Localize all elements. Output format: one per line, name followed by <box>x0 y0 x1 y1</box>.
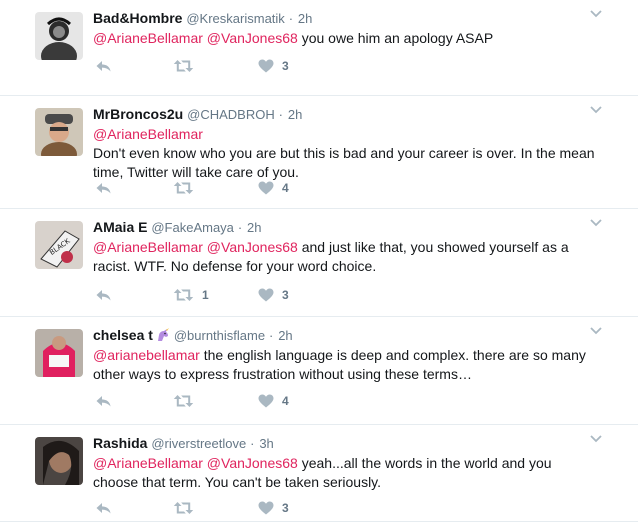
tweet[interactable]: MrBroncos2u @CHADBROH · 2h @ArianeBellama… <box>0 96 638 209</box>
separator: · <box>268 328 274 343</box>
reply-button[interactable] <box>95 59 120 73</box>
separator: · <box>237 220 243 235</box>
like-button[interactable]: 3 <box>258 59 289 73</box>
chevron-down-icon[interactable] <box>590 435 602 443</box>
username[interactable]: @burnthisflame <box>174 328 265 343</box>
username[interactable]: @CHADBROH <box>187 107 275 122</box>
avatar[interactable]: BLACK <box>35 221 83 269</box>
timestamp[interactable]: 3h <box>259 436 273 451</box>
tweet[interactable]: chelsea t @burnthisflame · 2h @arianebell… <box>0 317 638 425</box>
like-count: 4 <box>282 394 289 408</box>
separator: · <box>288 11 294 26</box>
tweet-text: @ArianeBellamar @VanJones68 yeah...all t… <box>93 454 598 492</box>
reply-icon <box>96 61 111 72</box>
retweet-icon <box>173 60 194 72</box>
like-count: 3 <box>282 501 289 515</box>
tweet-text-segment: Don't even know who you are but this is … <box>93 145 595 180</box>
like-button[interactable]: 3 <box>258 288 289 302</box>
display-name[interactable]: AMaia E <box>93 219 147 235</box>
mention-link[interactable]: @ArianeBellamar <box>93 126 203 142</box>
mention-link[interactable]: @arianebellamar <box>93 347 200 363</box>
chevron-down-icon[interactable] <box>590 106 602 114</box>
reply-button[interactable] <box>95 394 120 408</box>
like-button[interactable]: 3 <box>258 501 289 515</box>
retweet-button[interactable] <box>173 394 202 408</box>
unicorn-emoji <box>157 328 169 341</box>
timestamp[interactable]: 2h <box>278 328 292 343</box>
reply-button[interactable] <box>95 501 120 515</box>
display-name[interactable]: MrBroncos2u <box>93 106 183 122</box>
like-button[interactable]: 4 <box>258 181 289 195</box>
reply-icon <box>96 183 111 194</box>
avatar[interactable] <box>35 437 83 485</box>
like-count: 3 <box>282 59 289 73</box>
retweet-icon <box>173 395 194 407</box>
tweet-text: @arianebellamar the english language is … <box>93 346 598 384</box>
display-name[interactable]: chelsea t <box>93 327 153 343</box>
tweet[interactable]: BLACK AMaia E @FakeAmaya · 2h @ArianeBella… <box>0 209 638 317</box>
retweet-button[interactable]: 1 <box>173 288 209 302</box>
tweet-header: AMaia E @FakeAmaya · 2h <box>93 218 598 237</box>
heart-icon <box>258 288 274 302</box>
like-count: 3 <box>282 288 289 302</box>
display-name[interactable]: Bad&Hombre <box>93 10 182 26</box>
heart-icon <box>258 59 274 73</box>
username[interactable]: @riverstreetlove <box>151 436 246 451</box>
reply-icon <box>96 290 111 301</box>
username[interactable]: @FakeAmaya <box>151 220 234 235</box>
tweet-header: Rashida @riverstreetlove · 3h <box>93 434 598 453</box>
timestamp[interactable]: 2h <box>298 11 312 26</box>
tweet[interactable]: Bad&Hombre @Kreskarismatik · 2h @ArianeBe… <box>0 0 638 96</box>
separator: · <box>250 436 255 451</box>
like-button[interactable]: 4 <box>258 394 289 408</box>
tweet-timeline: Bad&Hombre @Kreskarismatik · 2h @ArianeBe… <box>0 0 638 522</box>
display-name[interactable]: Rashida <box>93 435 147 451</box>
reply-icon <box>96 396 111 407</box>
tweet[interactable]: Rashida @riverstreetlove · 3h @ArianeBell… <box>0 425 638 522</box>
tweet-header: MrBroncos2u @CHADBROH · 2h <box>93 105 598 124</box>
heart-icon <box>258 394 274 408</box>
heart-icon <box>258 181 274 195</box>
retweet-button[interactable] <box>173 181 202 195</box>
retweet-button[interactable] <box>173 501 202 515</box>
reply-button[interactable] <box>95 181 120 195</box>
retweet-count: 1 <box>202 288 209 302</box>
chevron-down-icon[interactable] <box>590 327 602 335</box>
retweet-icon <box>173 289 194 301</box>
mention-link[interactable]: @ArianeBellamar @VanJones68 <box>93 239 298 255</box>
mention-link[interactable]: @ArianeBellamar @VanJones68 <box>93 455 298 471</box>
tweet-header: Bad&Hombre @Kreskarismatik · 2h <box>93 9 598 28</box>
tweet-text: @ArianeBellamar Don't even know who you a… <box>93 125 598 182</box>
retweet-icon <box>173 182 194 194</box>
tweet-text: @ArianeBellamar @VanJones68 you owe him … <box>93 29 598 48</box>
reply-button[interactable] <box>95 288 120 302</box>
heart-icon <box>258 501 274 515</box>
mention-link[interactable]: @ArianeBellamar @VanJones68 <box>93 30 298 46</box>
chevron-down-icon[interactable] <box>590 219 602 227</box>
tweet-text-segment: you owe him an apology ASAP <box>297 30 494 46</box>
retweet-icon <box>173 502 194 514</box>
timestamp[interactable]: 2h <box>288 107 302 122</box>
tweet-header: chelsea t @burnthisflame · 2h <box>93 326 598 345</box>
separator: · <box>278 107 283 122</box>
retweet-button[interactable] <box>173 59 202 73</box>
reply-icon <box>96 503 111 514</box>
tweet-text: @ArianeBellamar @VanJones68 and just lik… <box>93 238 598 276</box>
chevron-down-icon[interactable] <box>590 10 602 18</box>
timestamp[interactable]: 2h <box>247 220 261 235</box>
avatar[interactable] <box>35 12 83 60</box>
username[interactable]: @Kreskarismatik <box>186 11 284 26</box>
avatar[interactable] <box>35 329 83 377</box>
like-count: 4 <box>282 181 289 195</box>
avatar[interactable] <box>35 108 83 156</box>
